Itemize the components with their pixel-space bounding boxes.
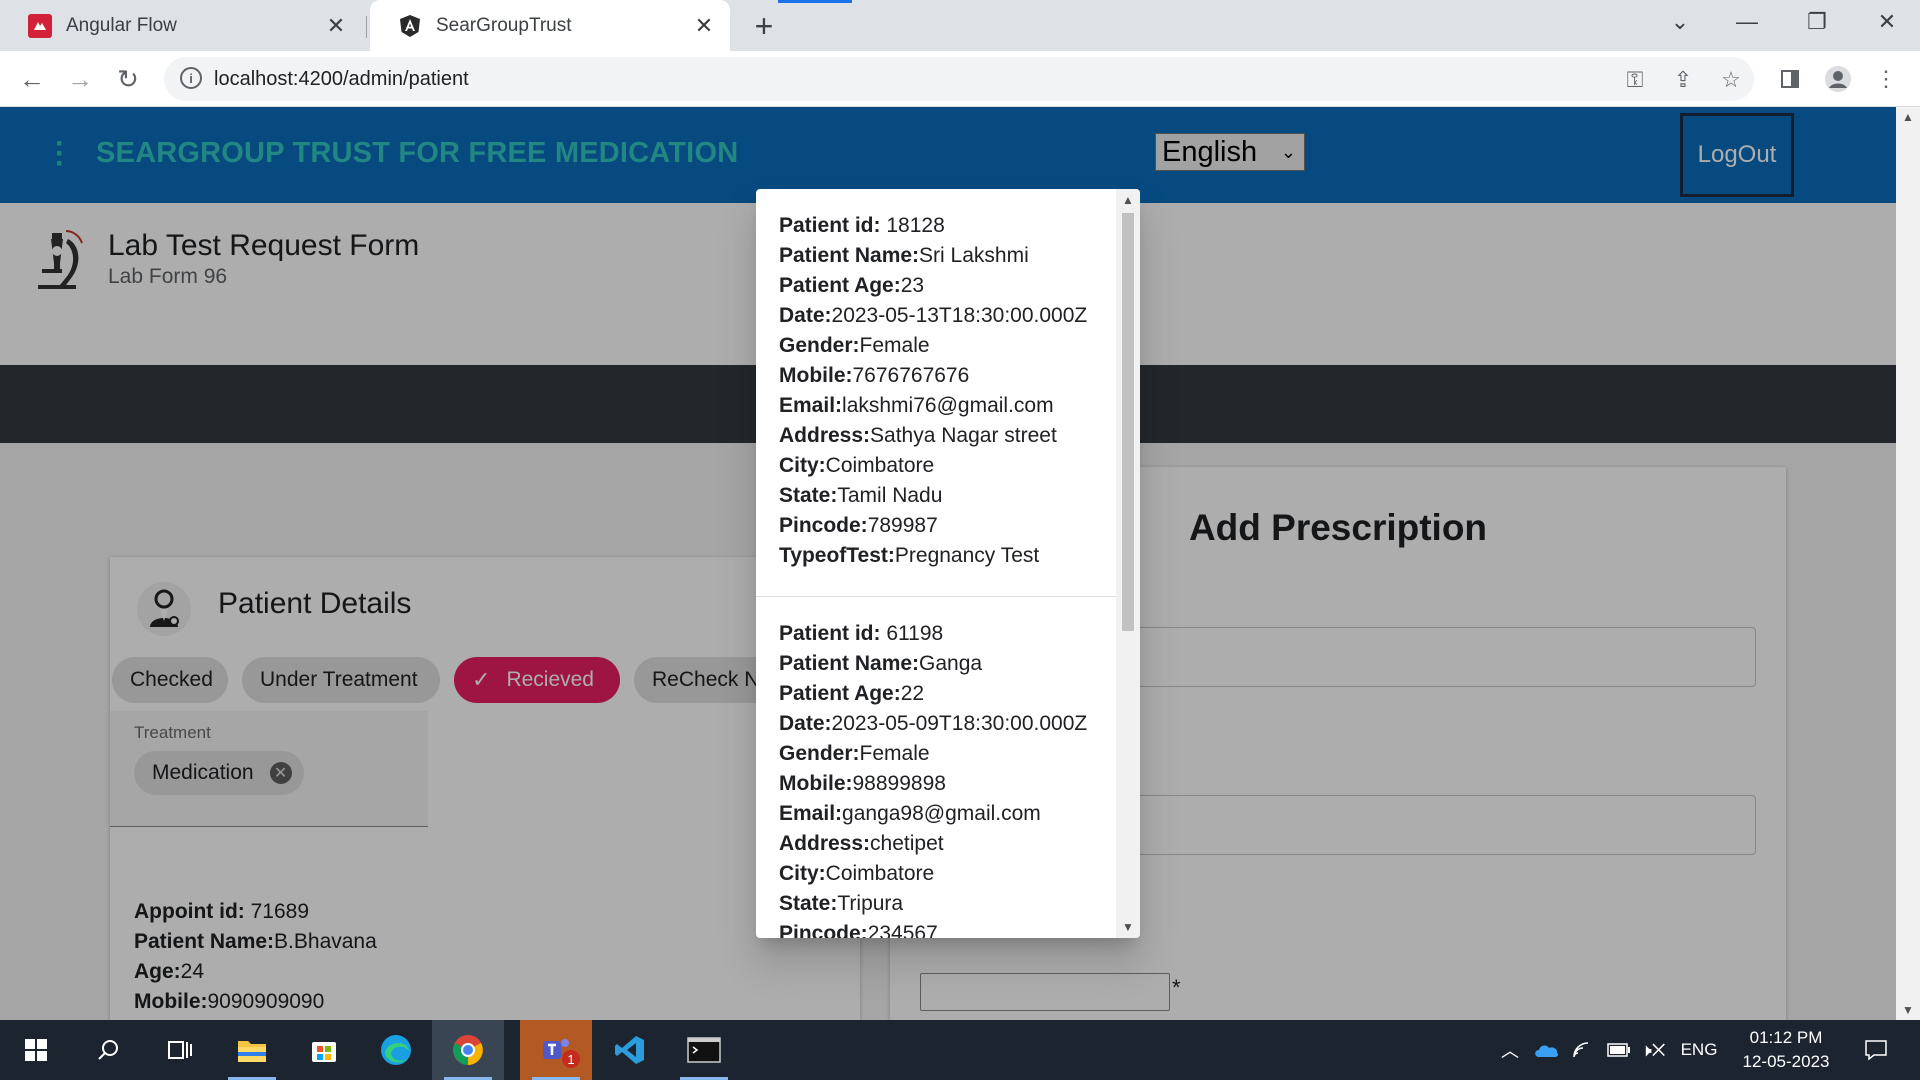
record-field: Gender:Female: [779, 334, 930, 357]
record-field: Patient Name:Ganga: [779, 652, 983, 675]
side-panel-icon[interactable]: [1774, 63, 1806, 95]
onedrive-icon[interactable]: [1530, 1020, 1562, 1080]
site-info-icon[interactable]: i: [180, 67, 202, 89]
window-close-icon[interactable]: ✕: [1852, 0, 1920, 44]
loading-indicator: [778, 0, 852, 3]
restore-icon[interactable]: ❐: [1782, 0, 1852, 44]
patient-record-list[interactable]: Patient id: 18128 Patient Name:Sri Lakshm…: [756, 189, 1116, 938]
record-field: Mobile:7676767676: [779, 364, 970, 387]
vscode-icon[interactable]: [594, 1020, 666, 1080]
record-field: Pincode:789987: [779, 514, 938, 537]
record-field: Patient id: 61198: [779, 622, 944, 645]
popup-scrollbar[interactable]: ▲ ▼: [1116, 189, 1140, 938]
record-field: Address:Sathya Nagar street: [779, 424, 1057, 447]
page-viewport: · · · SEARGROUP TRUST FOR FREE MEDICATION …: [0, 107, 1920, 1020]
search-icon[interactable]: [72, 1020, 144, 1080]
notification-icon[interactable]: [1856, 1020, 1896, 1080]
profile-avatar-icon[interactable]: [1822, 63, 1854, 95]
tab-divider: [366, 16, 367, 38]
show-hidden-icons-icon[interactable]: ︿: [1496, 1020, 1524, 1080]
patient-list-popup: Patient id: 18128 Patient Name:Sri Lakshm…: [756, 189, 1140, 938]
file-explorer-icon[interactable]: [216, 1020, 288, 1080]
record-field: Date:2023-05-13T18:30:00.000Z: [779, 304, 1088, 327]
start-icon[interactable]: [0, 1020, 72, 1080]
scroll-down-icon[interactable]: ▼: [1896, 1000, 1920, 1020]
browser-tab-strip: Angular Flow ✕ SearGroupTrust ✕ + ⌄ ― ❐ …: [0, 0, 1920, 51]
patient-record[interactable]: Patient id: 61198 Patient Name:Ganga Patie…: [756, 597, 1116, 938]
record-field: Patient Name:Sri Lakshmi: [779, 244, 1029, 267]
reload-icon[interactable]: ↻: [110, 61, 146, 97]
record-field: Address:chetipet: [779, 832, 944, 855]
close-icon[interactable]: ✕: [324, 13, 348, 38]
clock-date: 12-05-2023: [1742, 1052, 1830, 1071]
tab-search-icon[interactable]: ⌄: [1645, 0, 1715, 44]
volume-muted-icon[interactable]: 🕨✕: [1638, 1020, 1668, 1080]
tab-seargrouptrust[interactable]: SearGroupTrust ✕: [370, 0, 730, 51]
record-field: Patient Age:23: [779, 274, 925, 297]
record-field: Patient id: 18128: [779, 214, 945, 237]
record-field: State:Tripura: [779, 892, 904, 915]
record-field: Email:ganga98@gmail.com: [779, 802, 1041, 825]
record-field: TypeofTest:Pregnancy Test: [779, 544, 1040, 567]
record-field: State:Tamil Nadu: [779, 484, 943, 507]
browser-menu-icon[interactable]: ⋮: [1870, 63, 1902, 95]
chrome-icon[interactable]: [432, 1020, 504, 1080]
tab-title: Angular Flow: [66, 14, 177, 36]
input-language[interactable]: ENG: [1674, 1020, 1724, 1080]
browser-toolbar: ← → ↻ i localhost:4200/admin/patient ⚿ ⇪…: [0, 51, 1920, 107]
close-icon[interactable]: ✕: [692, 13, 716, 38]
scroll-up-icon[interactable]: ▲: [1896, 107, 1920, 127]
terminal-icon[interactable]: [668, 1020, 740, 1080]
record-field: Patient Age:22: [779, 682, 925, 705]
record-field: Mobile:98899898: [779, 772, 946, 795]
record-field: Gender:Female: [779, 742, 930, 765]
record-field: City:Coimbatore: [779, 454, 935, 477]
wifi-icon[interactable]: [1568, 1020, 1598, 1080]
record-field: Email:lakshmi76@gmail.com: [779, 394, 1054, 417]
angular-favicon-icon: [398, 14, 422, 38]
battery-icon[interactable]: [1604, 1020, 1634, 1080]
record-field: Pincode:234567: [779, 922, 938, 938]
page-scrollbar[interactable]: ▲ ▼: [1896, 107, 1920, 1020]
forward-icon[interactable]: →: [62, 61, 98, 97]
scroll-thumb[interactable]: [1122, 213, 1134, 631]
angular-flow-favicon-icon: [28, 13, 52, 38]
edge-icon[interactable]: [360, 1020, 432, 1080]
tab-angular-flow[interactable]: Angular Flow ✕: [0, 0, 362, 51]
teams-badge: 1: [562, 1050, 580, 1068]
key-icon[interactable]: ⚿: [1622, 67, 1648, 93]
tab-title: SearGroupTrust: [436, 14, 572, 36]
record-field: City:Coimbatore: [779, 862, 935, 885]
task-view-icon[interactable]: [144, 1020, 216, 1080]
address-bar[interactable]: i localhost:4200/admin/patient ⚿ ⇪ ☆: [164, 57, 1754, 101]
clock-time: 01:12 PM: [1749, 1028, 1823, 1047]
patient-record[interactable]: Patient id: 18128 Patient Name:Sri Lakshm…: [756, 189, 1116, 597]
store-icon[interactable]: [288, 1020, 360, 1080]
minimize-icon[interactable]: ―: [1712, 0, 1782, 44]
new-tab-button[interactable]: +: [748, 8, 780, 44]
bookmark-star-icon[interactable]: ☆: [1718, 67, 1744, 93]
url-text[interactable]: localhost:4200/admin/patient: [214, 68, 469, 91]
back-icon[interactable]: ←: [14, 61, 50, 97]
scroll-down-icon[interactable]: ▼: [1116, 916, 1140, 938]
share-icon[interactable]: ⇪: [1670, 67, 1696, 93]
system-clock[interactable]: 01:12 PM 12-05-2023: [1726, 1026, 1846, 1074]
teams-icon[interactable]: 1: [520, 1020, 592, 1080]
scroll-up-icon[interactable]: ▲: [1116, 189, 1140, 211]
windows-taskbar: 1 ︿ 🕨✕ ENG 01:12 PM 12-05-2023: [0, 1020, 1920, 1080]
record-field: Date:2023-05-09T18:30:00.000Z: [779, 712, 1088, 735]
